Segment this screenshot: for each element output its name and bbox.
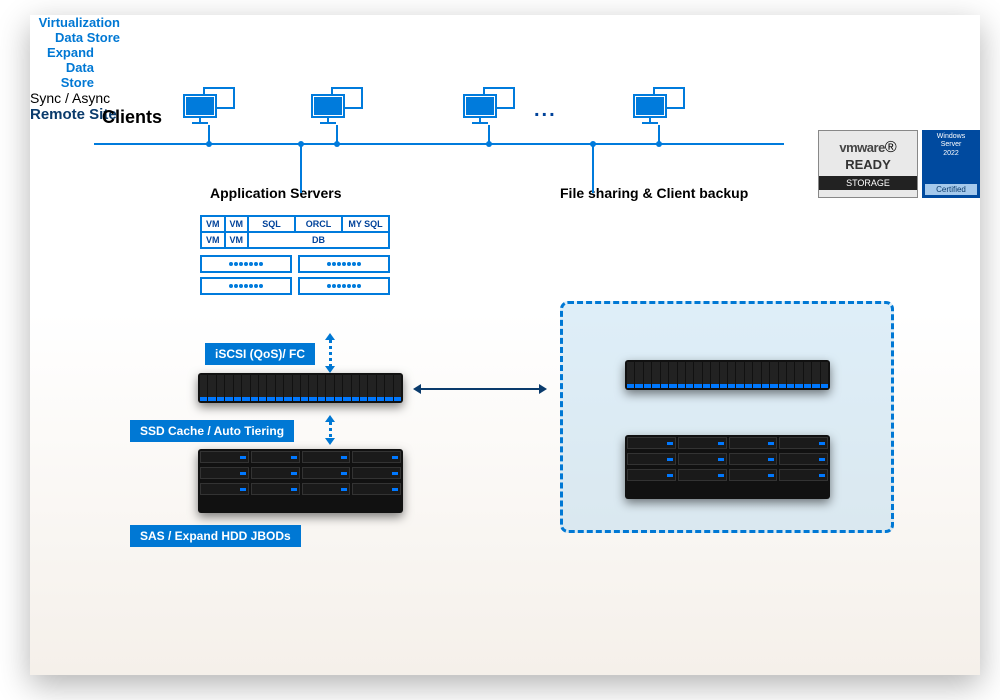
cell-orcl: ORCL xyxy=(296,217,343,231)
badge-ssd-cache: SSD Cache / Auto Tiering xyxy=(130,420,294,442)
vmware-ready-badge: vmware® READY STORAGE xyxy=(818,130,918,198)
node-dot xyxy=(590,141,596,147)
vm-db-table: VM VM SQL ORCL MY SQL VM VM DB xyxy=(200,215,390,249)
bidirectional-arrow-horizontal xyxy=(420,388,540,390)
label-clients: Clients xyxy=(102,107,162,128)
badge-iscsi: iSCSI (QoS)/ FC xyxy=(205,343,315,365)
remote-storage-hdd-array xyxy=(625,435,830,499)
cell-mysql: MY SQL xyxy=(343,217,388,231)
node-dot xyxy=(334,141,340,147)
cell-sql: SQL xyxy=(249,217,296,231)
connector-line xyxy=(300,143,302,193)
label-expand-data-store: Expand Data Store xyxy=(30,45,94,90)
label-virtualization-data-store: Virtualization Data Store xyxy=(30,15,120,45)
app-servers-block: VM VM SQL ORCL MY SQL VM VM DB xyxy=(200,215,390,295)
badge-sas: SAS / Expand HDD JBODs xyxy=(130,525,301,547)
label-ellipsis: ... xyxy=(534,99,557,122)
cell-db: DB xyxy=(249,233,388,247)
vmware-storage-text: STORAGE xyxy=(819,176,917,190)
server-rack-icons xyxy=(200,255,390,273)
certifications: vmware® READY STORAGE Windows Server 202… xyxy=(818,130,980,198)
remote-storage-ssd-array xyxy=(625,360,830,390)
connector-line xyxy=(592,143,594,193)
client-icon xyxy=(310,87,366,127)
client-icon xyxy=(462,87,518,127)
node-dot xyxy=(486,141,492,147)
server-rack-icons xyxy=(200,277,390,295)
ws-certified-text: Certified xyxy=(925,184,977,195)
bidirectional-arrow-vertical xyxy=(326,415,334,445)
cell-vm: VM xyxy=(226,217,250,231)
label-file-sharing: File sharing & Client backup xyxy=(560,185,748,201)
cell-vm: VM xyxy=(202,217,226,231)
node-dot xyxy=(656,141,662,147)
storage-hdd-array xyxy=(198,449,403,513)
windows-server-badge: Windows Server 2022 Certified xyxy=(922,130,980,198)
label-app-servers: Application Servers xyxy=(210,185,342,201)
network-line xyxy=(94,143,784,145)
vmware-ready-text: READY xyxy=(845,157,891,172)
cell-vm: VM xyxy=(202,233,226,247)
client-icon xyxy=(182,87,238,127)
node-dot xyxy=(206,141,212,147)
cell-vm: VM xyxy=(226,233,250,247)
bidirectional-arrow-vertical xyxy=(326,333,334,373)
diagram-canvas: Clients Application Servers File sharing… xyxy=(30,15,980,675)
vmware-logo-text: vmware xyxy=(839,140,884,155)
storage-ssd-array xyxy=(198,373,403,403)
client-icon xyxy=(632,87,688,127)
node-dot xyxy=(298,141,304,147)
